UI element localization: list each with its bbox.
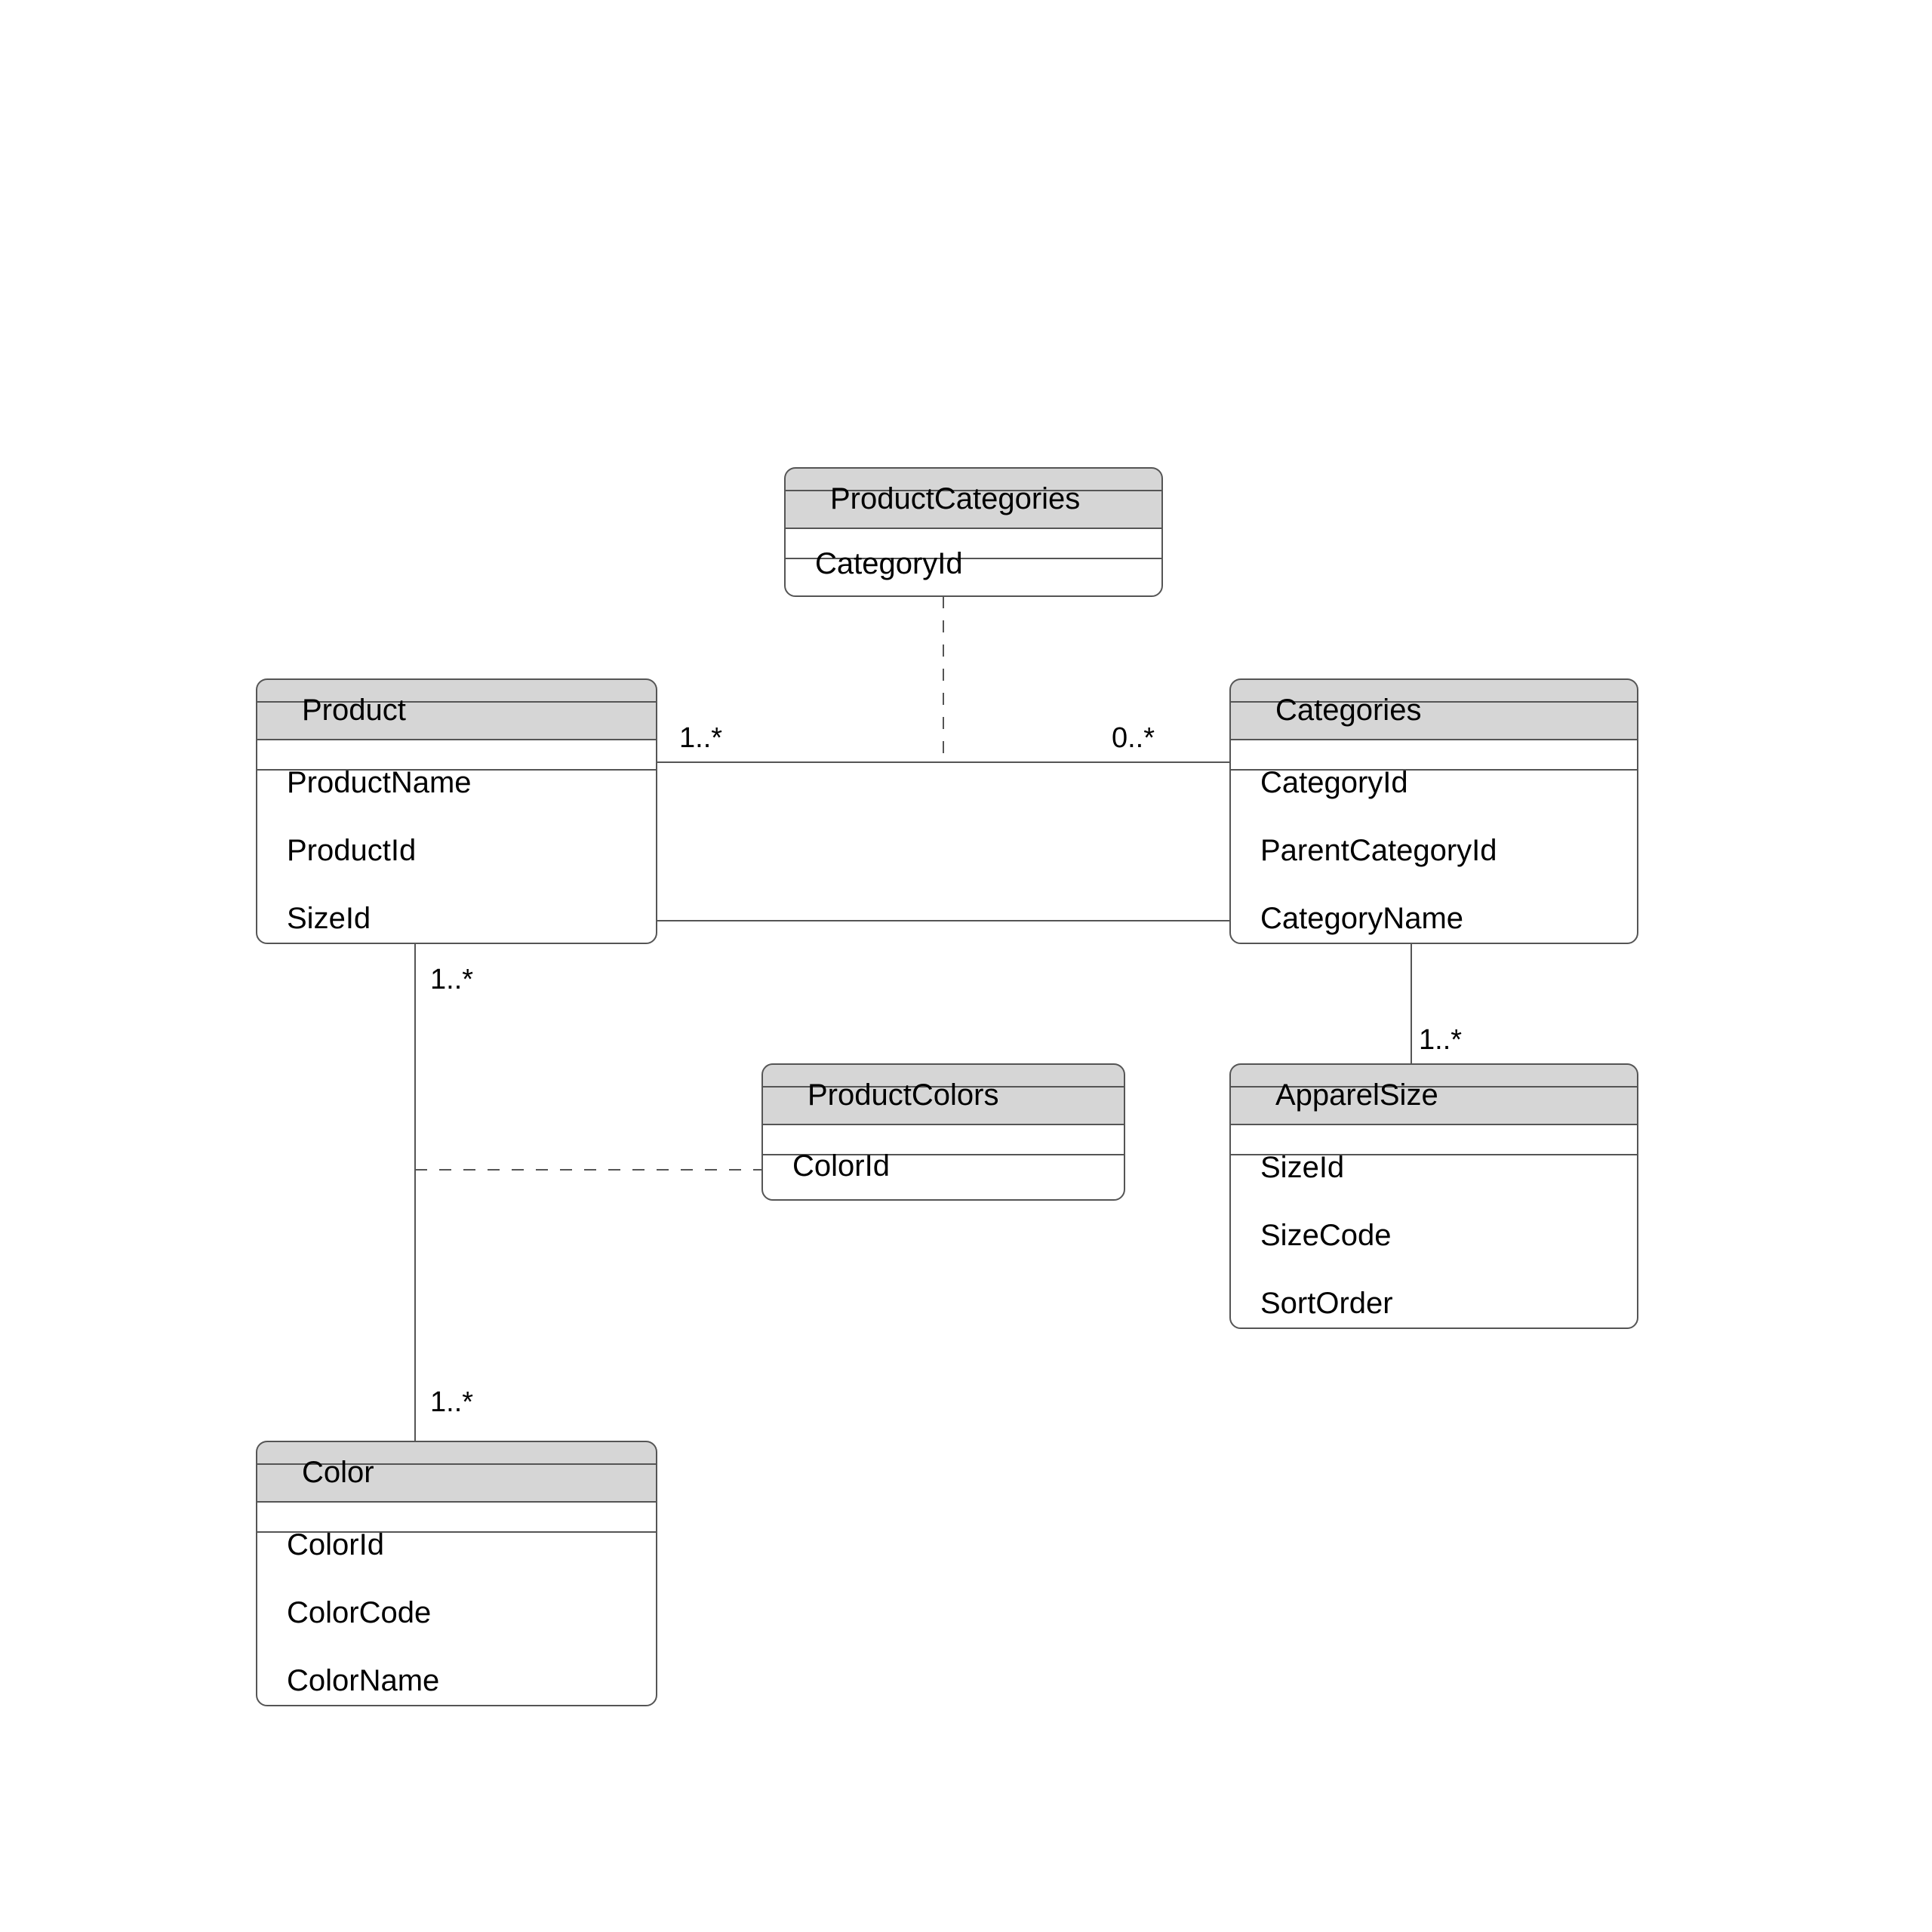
entity-title: ApparelSize	[1275, 1078, 1438, 1112]
entity-attr: ColorId	[287, 1528, 384, 1561]
entity-apparelsize: ApparelSize SizeId SizeCode SortOrder	[1230, 1064, 1638, 1328]
entity-attr: CategoryId	[1260, 766, 1408, 799]
entity-attr: SizeId	[1260, 1151, 1344, 1184]
entity-title: Categories	[1275, 694, 1421, 727]
mult-prodcolor-top: 1..*	[430, 964, 473, 995]
entity-attr: CategoryId	[815, 547, 963, 580]
entity-attr: CategoryName	[1260, 902, 1463, 935]
entity-attr: SortOrder	[1260, 1287, 1393, 1320]
entity-title: Color	[302, 1456, 374, 1489]
mult-prodcat-left: 1..*	[679, 722, 722, 754]
entity-attr: ParentCategoryId	[1260, 834, 1497, 867]
entity-color: Color ColorId ColorCode ColorName	[257, 1441, 657, 1706]
entity-title: ProductColors	[808, 1078, 998, 1112]
entity-attr: ProductId	[287, 834, 416, 867]
entity-productcolors: ProductColors ColorId	[762, 1064, 1124, 1200]
entity-attr: SizeId	[287, 902, 371, 935]
entity-attr: ColorName	[287, 1664, 439, 1697]
entity-productcategories: ProductCategories CategoryId	[785, 468, 1162, 596]
entity-attr: ProductName	[287, 766, 472, 799]
mult-prodsize-right: 1..*	[1419, 1024, 1462, 1056]
entity-title: ProductCategories	[830, 482, 1080, 515]
entity-title: Product	[302, 694, 406, 727]
entity-attr: ColorId	[792, 1149, 890, 1183]
mult-prodcat-right: 0..*	[1112, 722, 1155, 754]
entity-categories: Categories CategoryId ParentCategoryId C…	[1230, 679, 1638, 943]
entity-attr: ColorCode	[287, 1596, 431, 1629]
entity-attr: SizeCode	[1260, 1219, 1391, 1252]
entity-product: Product ProductName ProductId SizeId	[257, 679, 657, 943]
mult-prodcolor-bot: 1..*	[430, 1386, 473, 1418]
